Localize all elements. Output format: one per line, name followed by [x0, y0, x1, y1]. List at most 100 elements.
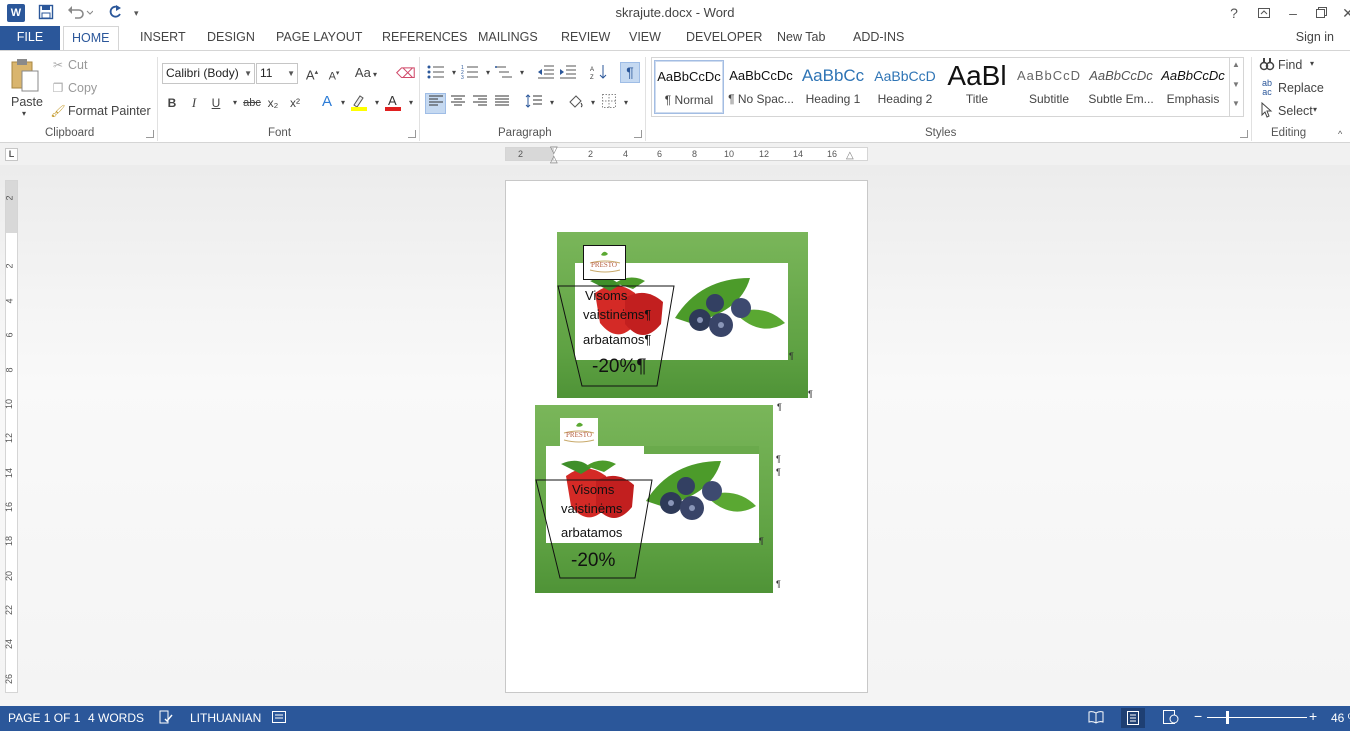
paragraph-launcher-icon[interactable]: [634, 130, 642, 138]
tab-design[interactable]: DESIGN: [199, 26, 263, 50]
ribbon-display-icon[interactable]: [1252, 3, 1276, 23]
tab-new-tab[interactable]: New Tab: [769, 26, 833, 50]
shading-icon[interactable]: [566, 93, 584, 111]
restore-icon[interactable]: [1309, 3, 1333, 23]
select-button[interactable]: Select: [1278, 104, 1313, 118]
align-left-icon[interactable]: [425, 93, 446, 114]
subscript-button[interactable]: x₂: [264, 94, 282, 112]
underline-button[interactable]: U: [207, 94, 225, 112]
zoom-level[interactable]: 46 %: [1331, 711, 1350, 725]
zoom-in-icon[interactable]: +: [1309, 708, 1317, 724]
zoom-out-icon[interactable]: −: [1194, 708, 1202, 724]
tab-page-layout[interactable]: PAGE LAYOUT: [268, 26, 370, 50]
replace-button[interactable]: Replace: [1278, 81, 1324, 95]
promo-line-3: arbatamos: [561, 525, 623, 540]
style-no-spacing[interactable]: AaBbCcDc ¶ No Spac...: [726, 60, 796, 114]
web-layout-icon[interactable]: [1163, 710, 1179, 727]
language-indicator[interactable]: LITHUANIAN: [190, 711, 261, 725]
close-icon[interactable]: ✕: [1336, 3, 1350, 23]
collapse-ribbon-icon[interactable]: ^: [1338, 129, 1342, 139]
style-emphasis[interactable]: AaBbCcDc Emphasis: [1158, 60, 1228, 114]
tab-selector[interactable]: L: [5, 148, 18, 161]
chevron-down-icon[interactable]: ▾: [1313, 105, 1317, 114]
change-case-button[interactable]: Aa ▾: [352, 64, 380, 82]
vertical-ruler[interactable]: 2 2 4 6 8 10 12 14 16 18 20 22 24 26: [4, 180, 18, 693]
paste-dropdown-icon[interactable]: ▾: [22, 109, 26, 118]
highlight-icon[interactable]: [350, 93, 368, 111]
promo-card[interactable]: PRESTO Visoms vaistinėms¶ arbatamos¶ -20…: [557, 232, 808, 398]
presto-logo[interactable]: PRESTO: [560, 418, 598, 448]
zoom-slider-thumb[interactable]: [1226, 711, 1229, 724]
font-color-icon[interactable]: A: [384, 93, 402, 111]
bullets-icon[interactable]: [427, 64, 445, 82]
clipboard-launcher-icon[interactable]: [146, 130, 154, 138]
style-title[interactable]: AaBl Title: [942, 60, 1012, 114]
hanging-indent-marker[interactable]: △: [550, 154, 558, 165]
chevron-down-icon[interactable]: ▾: [513, 64, 531, 82]
copy-button[interactable]: Copy: [68, 81, 97, 95]
paste-button[interactable]: Paste ▾: [6, 55, 44, 123]
clear-formatting-icon[interactable]: ⌫: [396, 64, 416, 82]
line-spacing-icon[interactable]: [525, 94, 543, 112]
gallery-down-icon[interactable]: ▼: [1232, 80, 1240, 89]
proofing-icon[interactable]: [159, 710, 173, 727]
style-heading-1[interactable]: AaBbCc Heading 1: [798, 60, 868, 114]
read-mode-icon[interactable]: [1088, 710, 1104, 727]
chevron-down-icon[interactable]: ▾: [402, 94, 420, 112]
promo-card[interactable]: PRESTO Visoms vaistinėms arbatamos -20% …: [535, 405, 773, 593]
align-right-icon[interactable]: [471, 94, 489, 112]
bold-button[interactable]: B: [163, 94, 181, 112]
shrink-font-icon[interactable]: A▾: [325, 65, 343, 83]
tab-insert[interactable]: INSERT: [132, 26, 194, 50]
style-normal[interactable]: AaBbCcDc ¶ Normal: [654, 60, 724, 114]
presto-logo[interactable]: PRESTO: [583, 245, 626, 280]
zoom-slider[interactable]: [1207, 717, 1307, 718]
tab-review[interactable]: REVIEW: [553, 26, 618, 50]
help-icon[interactable]: ?: [1222, 3, 1246, 23]
tab-view[interactable]: VIEW: [621, 26, 669, 50]
styles-launcher-icon[interactable]: [1240, 130, 1248, 138]
sort-icon[interactable]: AZ: [590, 64, 608, 82]
tab-add-ins[interactable]: ADD-INS: [845, 26, 912, 50]
horizontal-ruler[interactable]: 2 2 4 6 8 10 12 14 16 ▽ △ △: [505, 145, 868, 165]
multilevel-list-icon[interactable]: [495, 64, 513, 82]
style-subtle-emphasis[interactable]: AaBbCcDc Subtle Em...: [1086, 60, 1156, 114]
print-layout-icon[interactable]: [1121, 708, 1145, 728]
align-center-icon[interactable]: [449, 94, 467, 112]
borders-icon[interactable]: [600, 94, 618, 112]
word-count[interactable]: 4 WORDS: [88, 711, 144, 725]
right-indent-marker[interactable]: △: [846, 150, 854, 161]
document-page[interactable]: PRESTO Visoms vaistinėms¶ arbatamos¶ -20…: [505, 180, 868, 693]
sign-in-link[interactable]: Sign in: [1296, 30, 1334, 44]
tab-home[interactable]: HOME: [63, 26, 119, 51]
gallery-up-icon[interactable]: ▲: [1232, 60, 1240, 69]
page-count[interactable]: PAGE 1 OF 1: [8, 711, 80, 725]
format-painter-button[interactable]: Format Painter: [68, 104, 151, 118]
chevron-down-icon[interactable]: ▾: [617, 94, 635, 112]
style-heading-2[interactable]: AaBbCcD Heading 2: [870, 60, 940, 114]
minimize-icon[interactable]: –: [1281, 3, 1305, 23]
italic-button[interactable]: I: [185, 94, 203, 112]
chevron-down-icon[interactable]: ▾: [543, 94, 561, 112]
increase-indent-icon[interactable]: [559, 64, 577, 82]
tab-developer[interactable]: DEVELOPER: [678, 26, 770, 50]
justify-icon[interactable]: [493, 94, 511, 112]
grow-font-icon[interactable]: A▴: [303, 64, 321, 82]
tab-references[interactable]: REFERENCES: [374, 26, 475, 50]
macro-record-icon[interactable]: [272, 710, 286, 727]
style-subtitle[interactable]: AaBbCcD Subtitle: [1014, 60, 1084, 114]
superscript-button[interactable]: x²: [286, 94, 304, 112]
font-launcher-icon[interactable]: [408, 130, 416, 138]
numbering-icon[interactable]: 123: [461, 64, 479, 82]
show-paragraph-marks-icon[interactable]: ¶: [620, 62, 640, 83]
strikethrough-button[interactable]: abc: [241, 94, 263, 112]
font-size-combo[interactable]: 11 ▼: [256, 63, 298, 84]
cut-button[interactable]: Cut: [68, 58, 87, 72]
chevron-down-icon[interactable]: ▾: [1310, 59, 1314, 68]
font-name-combo[interactable]: Calibri (Body) ▼: [162, 63, 255, 84]
find-button[interactable]: Find: [1278, 58, 1302, 72]
tab-file[interactable]: FILE: [0, 26, 60, 50]
decrease-indent-icon[interactable]: [537, 64, 555, 82]
tab-mailings[interactable]: MAILINGS: [470, 26, 546, 50]
gallery-more-icon[interactable]: ▼: [1232, 99, 1240, 108]
